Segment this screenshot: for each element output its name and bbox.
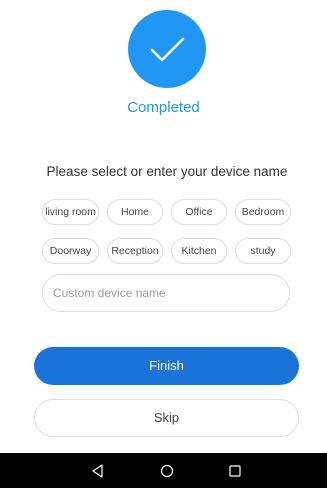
back-triangle-icon [92, 464, 103, 478]
device-name-chip-doorway[interactable]: Doorway [42, 238, 99, 264]
custom-device-name-input[interactable] [42, 274, 290, 312]
recents-square-icon [229, 465, 241, 477]
device-name-chip-office[interactable]: Office [171, 199, 227, 225]
nav-back-button[interactable] [78, 453, 118, 488]
skip-button[interactable]: Skip [34, 399, 299, 437]
device-name-prompt: Please select or enter your device name [46, 164, 288, 179]
completed-label: Completed [127, 99, 200, 116]
home-circle-icon [160, 464, 174, 478]
completed-check-badge [128, 10, 206, 88]
nav-home-button[interactable] [147, 453, 187, 488]
checkmark-icon [150, 37, 185, 62]
device-name-chip-living-room[interactable]: living room [42, 199, 99, 225]
finish-button[interactable]: Finish [34, 347, 299, 385]
device-name-chip-study[interactable]: study [235, 238, 291, 264]
device-name-chip-kitchen[interactable]: Kitchen [171, 238, 227, 264]
device-name-chip-reception[interactable]: Reception [107, 238, 163, 264]
device-name-chip-bedroom[interactable]: Bedroom [235, 199, 291, 225]
nav-recents-button[interactable] [215, 453, 255, 488]
system-nav-bar [0, 453, 327, 488]
device-name-chip-home[interactable]: Home [107, 199, 163, 225]
